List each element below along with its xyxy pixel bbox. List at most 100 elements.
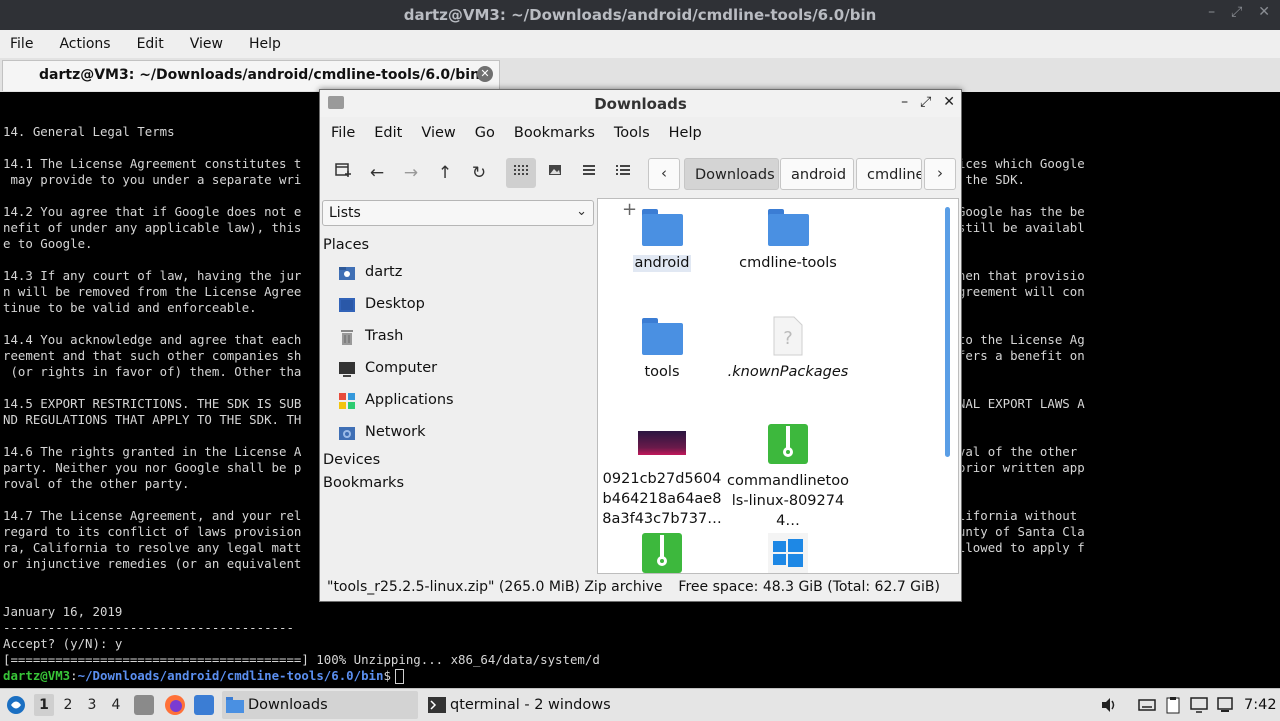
start-menu-icon[interactable] [6, 695, 26, 715]
trash-icon [341, 330, 353, 345]
thumbnail-view-icon[interactable] [540, 158, 570, 188]
place-desktop[interactable]: Desktop [338, 294, 588, 318]
fm-window-buttons: – ⤢ ✕ [901, 94, 955, 110]
place-applications[interactable]: Applications [338, 390, 588, 414]
menu-view[interactable]: View [190, 36, 223, 52]
folder-icon [767, 209, 809, 246]
fm-menu-edit[interactable]: Edit [374, 125, 402, 141]
fm-menu-help[interactable]: Help [669, 125, 702, 141]
clock[interactable]: 7:42 [1244, 689, 1277, 721]
keyboard-icon[interactable] [1138, 696, 1156, 714]
place-trash[interactable]: Trash [338, 326, 588, 350]
prompt-path: ~/Downloads/android/cmdline-tools/6.0/bi… [77, 668, 384, 683]
breadcrumb-cmdline-tools[interactable]: cmdline- [856, 158, 922, 190]
file-label: 0921cb27d5604b464218a64ae88a3f43c7b737… [602, 471, 722, 527]
file-item-android[interactable]: android [600, 209, 724, 272]
workspace-1[interactable]: 1 [34, 694, 54, 716]
breadcrumb-scroll-right[interactable]: › [924, 158, 956, 190]
scrollbar-thumb[interactable] [945, 207, 950, 457]
icon-view-icon[interactable] [506, 158, 536, 188]
back-arrow-icon[interactable]: ← [362, 158, 392, 188]
prompt-symbol: $ [383, 668, 391, 683]
breadcrumb-downloads[interactable]: Downloads [684, 158, 779, 190]
network-icon [339, 427, 355, 440]
fm-menu-bookmarks[interactable]: Bookmarks [514, 125, 595, 141]
terminal-tab-label: dartz@VM3: ~/Downloads/android/cmdline-t… [39, 67, 481, 83]
close-icon[interactable]: ✕ [943, 94, 955, 110]
file-item-tools-zip[interactable] [600, 533, 724, 573]
menu-help[interactable]: Help [249, 36, 281, 52]
fm-menu-view[interactable]: View [421, 125, 455, 141]
maximize-icon[interactable]: ⤢ [920, 94, 931, 110]
image-thumbnail-icon [638, 431, 686, 455]
desktop-launcher-icon[interactable] [194, 695, 214, 715]
workspace-2[interactable]: 2 [58, 694, 78, 716]
prompt-user: dartz@VM3 [3, 668, 71, 683]
prompt-separator: : [70, 668, 78, 683]
status-free-space: Free space: 48.3 GiB (Total: 62.7 GiB) [678, 579, 940, 595]
compact-view-icon[interactable] [574, 158, 604, 188]
close-icon[interactable]: ✕ [1258, 4, 1270, 20]
terminal-line: --------------------------------------- [3, 620, 294, 635]
new-tab-icon[interactable] [328, 158, 358, 188]
file-manager-window: Downloads – ⤢ ✕ File Edit View Go Bookma… [319, 89, 962, 602]
task-qterminal[interactable]: qterminal - 2 windows [424, 691, 620, 719]
firefox-icon[interactable] [164, 694, 186, 716]
file-label: cmdline-tools [739, 255, 837, 271]
file-item-image[interactable]: 0921cb27d5604b464218a64ae88a3f43c7b737… [600, 431, 724, 528]
text-cursor [394, 669, 404, 684]
reload-icon[interactable]: ↻ [464, 158, 494, 188]
terminal-line: e to Google. [3, 236, 93, 251]
maximize-icon[interactable]: ⤢ [1231, 4, 1242, 20]
folder-icon [226, 697, 244, 713]
up-arrow-icon[interactable]: ↑ [430, 158, 460, 188]
chevron-down-icon: ⌄ [576, 204, 587, 219]
bookmarks-heading[interactable]: Bookmarks [323, 475, 404, 491]
network-status-icon[interactable] [1216, 696, 1234, 714]
file-item-knownpackages[interactable]: ? .knownPackages [726, 316, 850, 381]
file-item-windows-exe[interactable] [726, 533, 850, 573]
minimize-icon[interactable]: – [1208, 4, 1215, 20]
workspace-4[interactable]: 4 [106, 694, 126, 716]
menu-file[interactable]: File [10, 36, 33, 52]
volume-icon[interactable] [1100, 696, 1118, 714]
terminal-prompt[interactable]: dartz@VM3:~/Downloads/android/cmdline-to… [3, 668, 404, 684]
breadcrumb-android[interactable]: android [780, 158, 854, 190]
terminal-icon [428, 697, 446, 713]
terminal-tabbar: dartz@VM3: ~/Downloads/android/cmdline-t… [0, 58, 1280, 93]
place-computer[interactable]: Computer [338, 358, 588, 382]
breadcrumb-scroll-left[interactable]: ‹ [648, 158, 680, 190]
file-icon-view[interactable]: + android cmdline-tools tools ? .knownPa… [597, 198, 959, 574]
fm-menu-file[interactable]: File [331, 125, 355, 141]
zip-archive-icon [642, 533, 682, 573]
place-home[interactable]: dartz [338, 262, 588, 286]
workspace-3[interactable]: 3 [82, 694, 102, 716]
file-manager-launcher-icon[interactable] [134, 695, 154, 715]
menu-edit[interactable]: Edit [137, 36, 164, 52]
fm-titlebar: Downloads – ⤢ ✕ [320, 90, 961, 117]
home-icon [339, 267, 355, 280]
devices-heading[interactable]: Devices [323, 452, 380, 468]
terminal-line: Accept? (y/N): y [3, 636, 123, 651]
fm-menu-tools[interactable]: Tools [614, 125, 650, 141]
detailed-list-icon[interactable] [608, 158, 638, 188]
tab-close-icon[interactable]: ✕ [477, 66, 493, 82]
terminal-tab[interactable]: dartz@VM3: ~/Downloads/android/cmdline-t… [2, 60, 500, 91]
fm-menu-go[interactable]: Go [475, 125, 495, 141]
place-network[interactable]: Network [338, 422, 588, 446]
windows-executable-icon [768, 533, 808, 573]
menu-actions[interactable]: Actions [59, 36, 110, 52]
terminal-line: 14. General Legal Terms [3, 124, 175, 139]
file-item-tools[interactable]: tools [600, 318, 724, 381]
task-downloads[interactable]: Downloads [222, 691, 418, 719]
side-pane-mode-select[interactable]: Lists ⌄ [322, 200, 594, 226]
file-item-commandlinetools-zip[interactable]: commandlinetools-linux-8092744… [726, 424, 850, 530]
terminal-line: January 16, 2019 [3, 604, 123, 619]
display-icon[interactable] [1190, 696, 1208, 714]
clipboard-icon[interactable] [1164, 696, 1182, 714]
terminal-menubar: File Actions Edit View Help [0, 30, 1280, 58]
file-item-cmdline-tools[interactable]: cmdline-tools [726, 209, 850, 272]
minimize-icon[interactable]: – [901, 94, 908, 110]
terminal-titlebar: dartz@VM3: ~/Downloads/android/cmdline-t… [0, 0, 1280, 30]
forward-arrow-icon[interactable]: → [396, 158, 426, 188]
